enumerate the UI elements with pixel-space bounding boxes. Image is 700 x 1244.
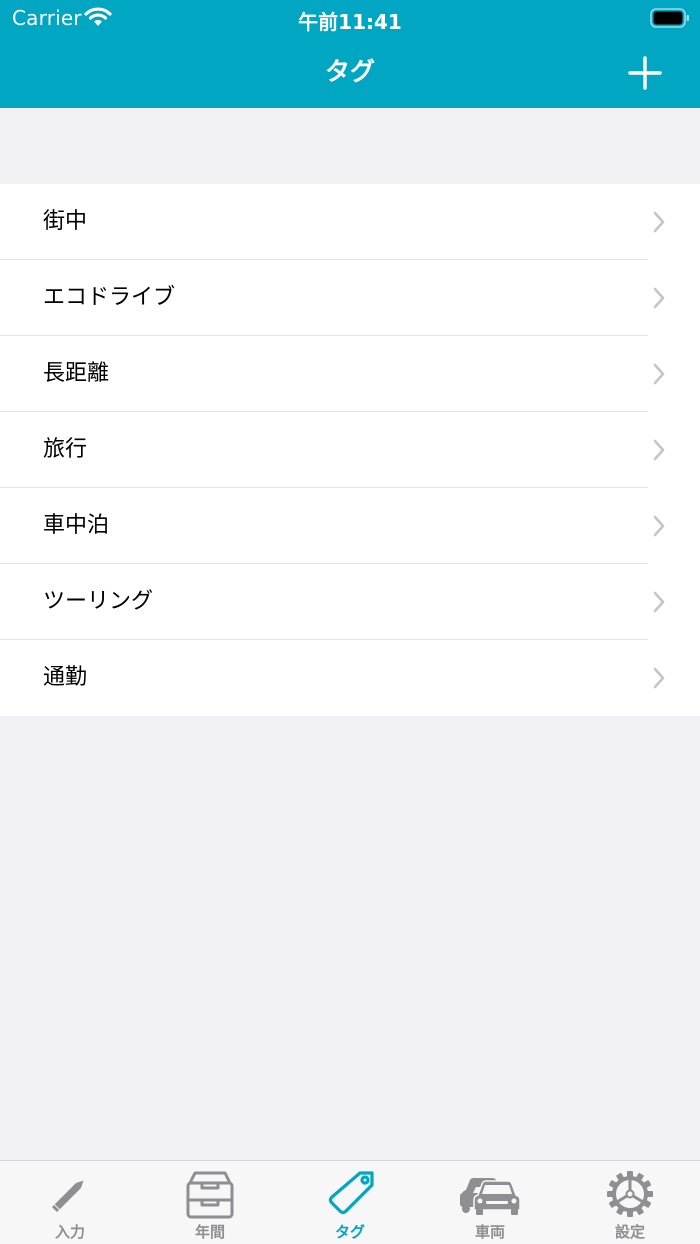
tab-label: 年間	[194, 1223, 225, 1241]
tag-row[interactable]: 街中	[0, 184, 700, 260]
plus-icon	[628, 56, 662, 90]
tag-list: 街中 エコドライブ 長距離 旅行 車中泊 ツーリング 通勤	[0, 184, 700, 716]
tab-settings[interactable]: 設定	[560, 1161, 700, 1244]
navigation-header: Carrier 午前11:41 タグ	[0, 0, 700, 108]
chevron-right-icon	[653, 515, 665, 537]
chevron-right-icon	[653, 363, 665, 385]
battery-icon	[650, 8, 689, 28]
tab-input[interactable]: 入力	[0, 1161, 140, 1244]
tag-row[interactable]: ツーリング	[0, 564, 700, 640]
status-time: 午前11:41	[298, 10, 402, 34]
chevron-right-icon	[653, 287, 665, 309]
gear-icon	[607, 1171, 653, 1217]
tag-label: 通勤	[43, 665, 88, 690]
tag-row[interactable]: 車中泊	[0, 488, 700, 564]
status-bar: Carrier 午前11:41	[0, 0, 700, 36]
chevron-right-icon	[653, 439, 665, 461]
chevron-right-icon	[653, 667, 665, 689]
page-title: タグ	[324, 57, 375, 86]
tab-label: 設定	[614, 1223, 645, 1241]
tag-label: 車中泊	[43, 513, 110, 538]
tag-label: ツーリング	[43, 589, 154, 614]
tab-label: 入力	[54, 1223, 85, 1241]
tab-yearly[interactable]: 年間	[140, 1161, 280, 1244]
chevron-right-icon	[653, 211, 665, 233]
inbox-tray-icon	[186, 1171, 234, 1219]
tab-vehicles[interactable]: 車両	[420, 1161, 560, 1244]
tag-label: 街中	[43, 209, 88, 234]
tag-icon	[328, 1171, 374, 1215]
chevron-right-icon	[653, 591, 665, 613]
tab-label: 車両	[474, 1223, 505, 1241]
add-tag-button[interactable]	[628, 56, 662, 90]
cars-icon	[460, 1178, 521, 1215]
tag-label: 旅行	[43, 437, 88, 462]
pencil-icon	[51, 1180, 84, 1213]
tab-label: タグ	[334, 1223, 365, 1241]
tag-row[interactable]: 長距離	[0, 336, 700, 412]
tag-label: 長距離	[43, 361, 110, 386]
tag-label: エコドライブ	[43, 285, 176, 310]
tag-row[interactable]: エコドライブ	[0, 260, 700, 336]
tab-bar: 入力 年間 タグ 車両 設定	[0, 1160, 700, 1244]
tags-screen: Carrier 午前11:41 タグ 街中 エコドライブ 長距離 旅行 車中泊 …	[0, 0, 700, 1244]
tag-row[interactable]: 通勤	[0, 640, 700, 716]
tag-row[interactable]: 旅行	[0, 412, 700, 488]
tab-tags[interactable]: タグ	[280, 1161, 420, 1244]
